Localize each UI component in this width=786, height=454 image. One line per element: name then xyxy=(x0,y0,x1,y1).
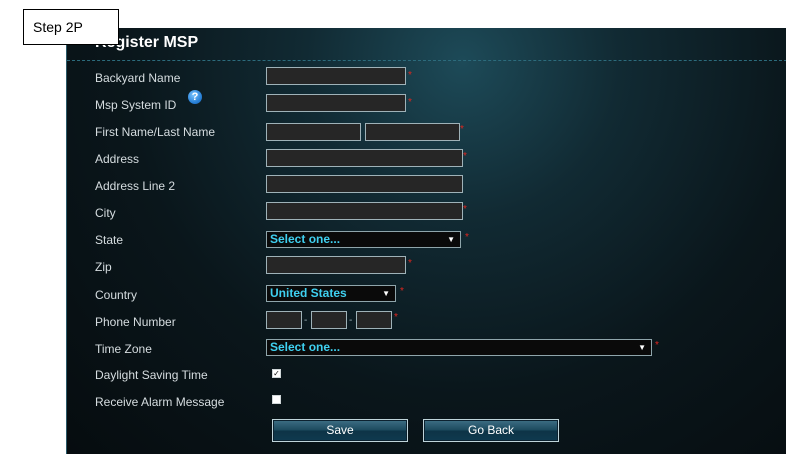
required-marker: * xyxy=(400,286,404,297)
register-msp-panel: Register MSP Backyard Name * Msp System … xyxy=(66,28,786,454)
state-select-value: Select one... xyxy=(270,232,341,246)
label-address-line-2: Address Line 2 xyxy=(95,179,176,193)
title-divider xyxy=(67,60,786,61)
label-state: State xyxy=(95,233,124,247)
required-marker: * xyxy=(463,151,467,162)
check-icon: ✓ xyxy=(273,369,280,378)
required-marker: * xyxy=(655,340,659,351)
zip-input[interactable] xyxy=(266,256,406,274)
country-select-value: United States xyxy=(270,286,347,300)
first-name-input[interactable] xyxy=(266,123,361,141)
required-marker: * xyxy=(465,232,469,243)
required-marker: * xyxy=(408,258,412,269)
chevron-down-icon: ▼ xyxy=(638,343,646,352)
label-first-last-name: First Name/Last Name xyxy=(95,125,216,139)
required-marker: * xyxy=(463,204,467,215)
city-input[interactable] xyxy=(266,202,463,220)
label-country: Country xyxy=(95,288,138,302)
go-back-button[interactable]: Go Back xyxy=(423,419,559,442)
label-backyard-name: Backyard Name xyxy=(95,71,181,85)
step-annotation: Step 2P xyxy=(23,9,119,45)
msp-system-id-input[interactable] xyxy=(266,94,406,112)
save-button[interactable]: Save xyxy=(272,419,408,442)
help-icon[interactable]: ? xyxy=(188,90,202,104)
label-daylight-saving-time: Daylight Saving Time xyxy=(95,368,208,382)
required-marker: * xyxy=(408,97,412,108)
chevron-down-icon: ▼ xyxy=(447,235,455,244)
required-marker: * xyxy=(460,124,464,135)
time-zone-select-value: Select one... xyxy=(270,340,341,354)
label-receive-alarm-message: Receive Alarm Message xyxy=(95,395,225,409)
chevron-down-icon: ▼ xyxy=(382,289,390,298)
backyard-name-input[interactable] xyxy=(266,67,406,85)
daylight-saving-checkbox[interactable]: ✓ xyxy=(272,369,281,378)
address-input[interactable] xyxy=(266,149,463,167)
label-address: Address xyxy=(95,152,140,166)
label-zip: Zip xyxy=(95,260,112,274)
phone-line-input[interactable] xyxy=(356,311,392,329)
country-select[interactable]: United States ▼ xyxy=(266,285,396,302)
address-line-2-input[interactable] xyxy=(266,175,463,193)
time-zone-select[interactable]: Select one... ▼ xyxy=(266,339,652,356)
label-msp-system-id: Msp System ID xyxy=(95,98,177,112)
last-name-input[interactable] xyxy=(365,123,460,141)
phone-prefix-input[interactable] xyxy=(311,311,347,329)
label-time-zone: Time Zone xyxy=(95,342,152,356)
state-select[interactable]: Select one... ▼ xyxy=(266,231,461,248)
phone-separator: - xyxy=(349,315,353,326)
label-city: City xyxy=(95,206,116,220)
required-marker: * xyxy=(394,312,398,323)
phone-separator: - xyxy=(304,315,308,326)
required-marker: * xyxy=(408,70,412,81)
label-phone-number: Phone Number xyxy=(95,315,176,329)
receive-alarm-checkbox[interactable] xyxy=(272,395,281,404)
phone-area-code-input[interactable] xyxy=(266,311,302,329)
